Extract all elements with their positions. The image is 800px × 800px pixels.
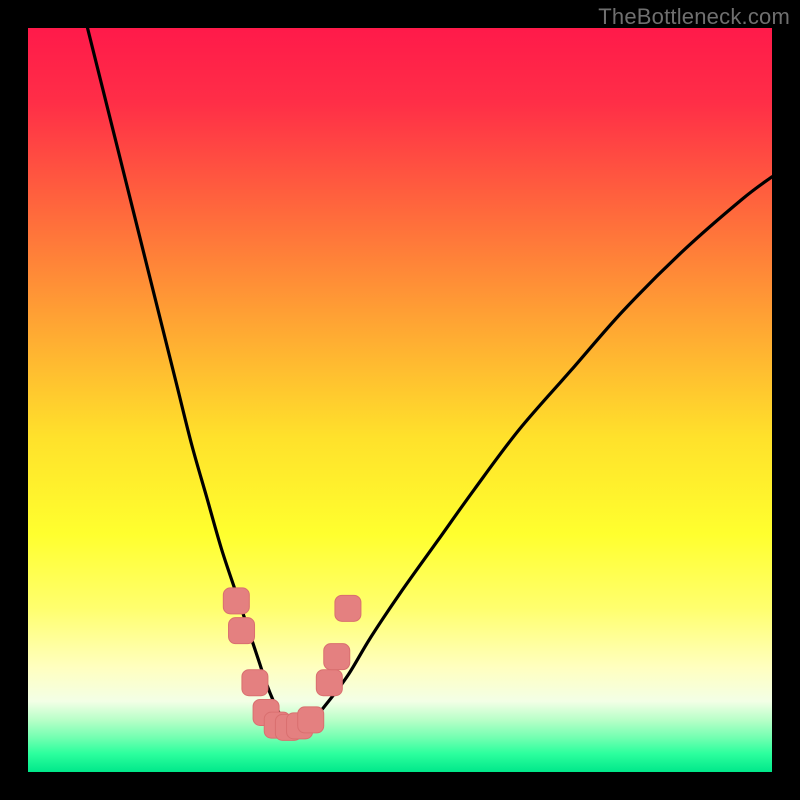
chart-frame: TheBottleneck.com — [0, 0, 800, 800]
gradient-background — [28, 28, 772, 772]
bottleneck-chart — [28, 28, 772, 772]
curve-marker — [298, 707, 324, 733]
curve-marker — [324, 644, 350, 670]
curve-marker — [316, 670, 342, 696]
curve-marker — [223, 588, 249, 614]
curve-marker — [229, 618, 255, 644]
curve-marker — [242, 670, 268, 696]
curve-marker — [335, 595, 361, 621]
plot-area — [28, 28, 772, 772]
watermark-text: TheBottleneck.com — [598, 4, 790, 30]
